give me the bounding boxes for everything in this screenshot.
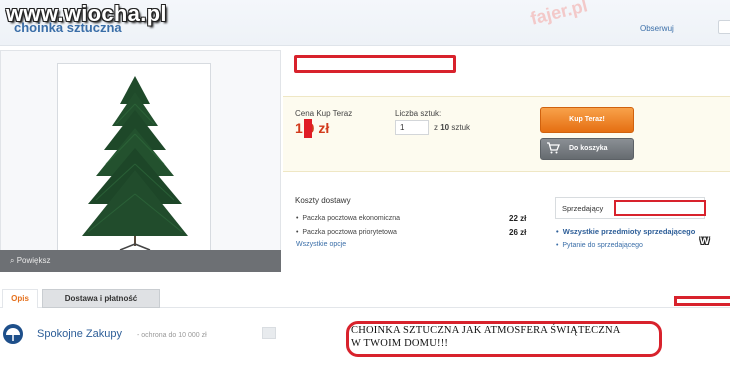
ask-seller-link[interactable]: • Pytanie do sprzedającego <box>556 242 643 249</box>
description-line: W TWOIM DOMU!!! <box>351 338 449 349</box>
bullet-icon: • <box>556 227 563 236</box>
shipping-title: Koszty dostawy <box>295 196 351 205</box>
safe-shopping-title[interactable]: Spokojne Zakupy <box>37 328 122 340</box>
price-redaction-mark <box>304 119 312 138</box>
tab-delivery-payment[interactable]: Dostawa i płatność <box>42 289 160 308</box>
shield-umbrella-icon <box>3 324 23 344</box>
quantity-unit: sztuk <box>451 123 471 132</box>
seller-items-link[interactable]: • Wszystkie przedmioty sprzedającego <box>556 227 695 236</box>
buy-box <box>283 96 730 172</box>
quantity-input[interactable]: 1 <box>395 120 429 135</box>
description-line: CHOINKA SZTUCZNA JAK ATMOSFERA ŚWIĄTECZN… <box>351 325 621 336</box>
quantity-of-prefix: z <box>434 123 438 132</box>
shipping-price: 26 zł <box>509 228 527 237</box>
watch-link[interactable]: Obserwuj <box>640 24 674 33</box>
shipping-price: 22 zł <box>509 214 527 223</box>
cart-icon <box>547 142 560 154</box>
christmas-tree-icon <box>82 76 188 251</box>
magnifier-icon: ⌕ <box>10 256 17 265</box>
price-label: Cena Kup Teraz <box>295 109 353 118</box>
quantity-available: z 10 sztuk <box>434 123 470 132</box>
title-redaction-box <box>294 55 456 73</box>
ribbon-icon <box>262 327 276 339</box>
quantity-max: 10 <box>440 123 450 132</box>
shipping-option: • Paczka pocztowa priorytetowa <box>296 229 397 236</box>
quantity-label: Liczba sztuk: <box>395 109 442 118</box>
buy-now-button[interactable]: Kup Teraz! <box>540 107 634 133</box>
all-shipping-options-link[interactable]: Wszystkie opcje <box>296 241 346 248</box>
site-watermark: www.wiocha.pl <box>6 1 167 26</box>
safe-shopping-subtitle: - ochrona do 10 000 zł <box>137 332 207 339</box>
seller-label: Sprzedający <box>562 204 604 213</box>
product-photo[interactable] <box>57 63 211 253</box>
shipping-option: • Paczka pocztowa ekonomiczna <box>296 215 401 222</box>
side-watermark: w <box>700 233 710 247</box>
topbar-button[interactable] <box>718 20 730 34</box>
tab-description[interactable]: Opis <box>2 289 38 308</box>
right-redaction-box <box>674 296 730 306</box>
seller-redaction-box <box>614 200 706 216</box>
zoom-label[interactable]: ⌕ Powiększ <box>10 256 51 266</box>
price-value: 1 0 zł <box>295 120 330 136</box>
